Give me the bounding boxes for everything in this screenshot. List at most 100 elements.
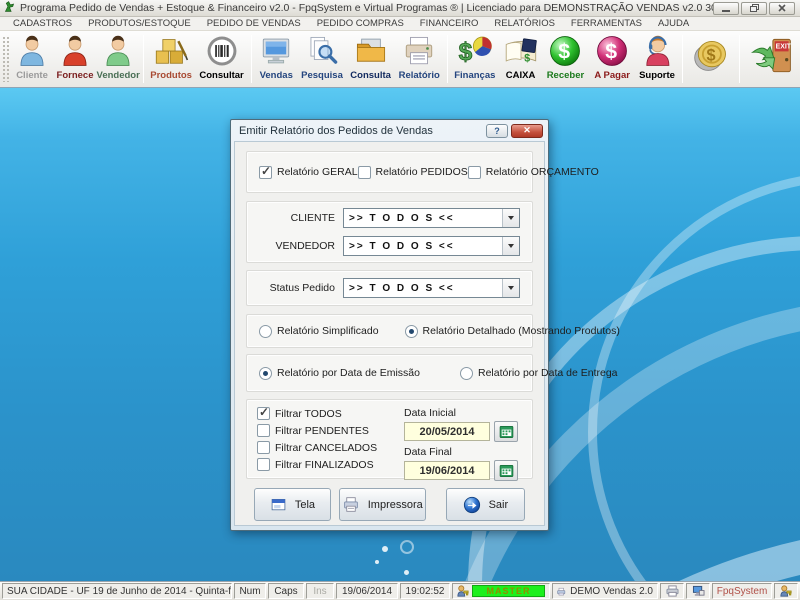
toolbar-separator [682, 35, 683, 83]
data-inicial-calendar-button[interactable] [494, 421, 518, 442]
tela-button[interactable]: Tela [254, 488, 331, 521]
toolbar-label: Finanças [454, 70, 495, 81]
status-num-lock: Num [234, 583, 266, 599]
toolbar: Cliente Fornece Vendedor Produtos Con [0, 31, 800, 88]
pay-dollar-icon: $ [595, 33, 629, 70]
wallpaper-bubble [400, 540, 414, 554]
toolbar-button-fornece[interactable]: Fornece [54, 33, 97, 85]
checkbox-box[interactable] [358, 166, 371, 179]
toolbar-button-a-pagar[interactable]: $ A Pagar [589, 33, 636, 85]
data-final-field[interactable]: 19/06/2014 [404, 461, 490, 480]
checkbox-filtrar-finalizados[interactable]: Filtrar FINALIZADOS [257, 458, 404, 471]
data-inicial-field[interactable]: 20/05/2014 [404, 422, 490, 441]
radio-circle[interactable] [259, 367, 272, 380]
chevron-down-icon[interactable] [502, 209, 519, 227]
dialog-body: Relatório GERAL Relatório PEDIDOS Relató… [234, 141, 545, 526]
toolbar-button-suporte[interactable]: Suporte [636, 33, 679, 85]
impressora-button[interactable]: Impressora [339, 488, 426, 521]
menu-ajuda[interactable]: AJUDA [651, 18, 696, 29]
checkbox-relatorio-orcamento[interactable]: Relatório ORÇAMENTO [468, 166, 599, 179]
toolbar-button-pesquisa[interactable]: Pesquisa [298, 33, 347, 85]
data-inicial-label: Data Inicial [404, 407, 522, 419]
checkbox-box[interactable] [257, 458, 270, 471]
checkbox-box[interactable] [257, 424, 270, 437]
checkbox-filtrar-cancelados[interactable]: Filtrar CANCELADOS [257, 441, 404, 454]
restore-button[interactable] [741, 2, 767, 15]
menu-pedido-compras[interactable]: PEDIDO COMPRAS [310, 18, 411, 29]
toolbar-button-exit[interactable]: EXIT [743, 33, 799, 85]
radio-circle[interactable] [460, 367, 473, 380]
user-key-icon [780, 585, 792, 597]
checkbox-relatorio-geral[interactable]: Relatório GERAL [259, 166, 358, 179]
vendedor-combobox[interactable]: >> T O D O S << [343, 236, 520, 256]
cliente-combobox[interactable]: >> T O D O S << [343, 208, 520, 228]
menu-pedido-de-vendas[interactable]: PEDIDO DE VENDAS [200, 18, 308, 29]
status-pedido-combobox[interactable]: >> T O D O S << [343, 278, 520, 298]
status-printer-indicator [660, 583, 684, 599]
radio-data-emissao[interactable]: Relatório por Data de Emissão [259, 367, 420, 380]
menu-cadastros[interactable]: CADASTROS [6, 18, 79, 29]
toolbar-label: A Pagar [594, 70, 630, 81]
radio-data-entrega[interactable]: Relatório por Data de Entrega [460, 367, 618, 380]
checkbox-label: Filtrar PENDENTES [275, 425, 369, 437]
date-type-group: Relatório por Data de Emissão Relatório … [246, 354, 533, 392]
dialog-help-button[interactable]: ? [486, 124, 508, 138]
data-final-calendar-button[interactable] [494, 460, 518, 481]
menubar: CADASTROS PRODUTOS/ESTOQUE PEDIDO DE VEN… [0, 17, 800, 31]
toolbar-label: Suporte [639, 70, 675, 81]
toolbar-button-consultar[interactable]: Consultar [195, 33, 247, 85]
sair-button[interactable]: Sair [446, 488, 525, 521]
toolbar-button-consulta[interactable]: Consulta [346, 33, 395, 85]
radio-circle[interactable] [259, 325, 272, 338]
minimize-button[interactable] [713, 2, 739, 15]
folder-icon [354, 33, 388, 70]
radio-relatorio-simplificado[interactable]: Relatório Simplificado [259, 325, 379, 338]
checkbox-box[interactable] [257, 407, 270, 420]
client-seller-group: CLIENTE >> T O D O S << VENDEDOR >> T O … [246, 201, 533, 263]
toolbar-button-vendas[interactable]: Vendas [255, 33, 298, 85]
cash-book-icon: $ [503, 33, 539, 70]
checkbox-filtrar-todos[interactable]: Filtrar TODOS [257, 407, 404, 420]
menu-financeiro[interactable]: FINANCEIRO [413, 18, 486, 29]
toolbar-separator [251, 35, 252, 83]
toolbar-button-produtos[interactable]: Produtos [147, 33, 196, 85]
menu-ferramentas[interactable]: FERRAMENTAS [564, 18, 649, 29]
chevron-down-icon[interactable] [502, 279, 519, 297]
checkbox-filtrar-pendentes[interactable]: Filtrar PENDENTES [257, 424, 404, 437]
menu-produtos-estoque[interactable]: PRODUTOS/ESTOQUE [81, 18, 198, 29]
finance-pie-icon: $ [457, 33, 493, 70]
chevron-down-icon[interactable] [502, 237, 519, 255]
filter-date-group: Filtrar TODOS Filtrar PENDENTES Filtrar … [246, 399, 533, 479]
dialog-close-button[interactable]: ✕ [511, 124, 543, 138]
checkbox-box[interactable] [257, 441, 270, 454]
toolbar-button-coin[interactable]: $ [686, 33, 736, 85]
radio-circle[interactable] [405, 325, 418, 338]
toolbar-button-cliente[interactable]: Cliente [11, 33, 54, 85]
checkbox-box[interactable] [468, 166, 481, 179]
checkbox-box[interactable] [259, 166, 272, 179]
radio-label: Relatório por Data de Entrega [478, 367, 618, 379]
printer-small-icon [666, 585, 679, 597]
toolbar-separator [447, 35, 448, 83]
radio-relatorio-detalhado[interactable]: Relatório Detalhado (Mostrando Produtos) [405, 325, 620, 338]
coin-icon: $ [691, 33, 731, 77]
dialog-titlebar[interactable]: Emitir Relatório dos Pedidos de Vendas ?… [231, 120, 548, 141]
close-button[interactable] [769, 2, 795, 15]
toolbar-button-vendedor[interactable]: Vendedor [97, 33, 140, 85]
monitor-icon [259, 33, 293, 70]
detail-level-group: Relatório Simplificado Relatório Detalha… [246, 314, 533, 348]
toolbar-button-financas[interactable]: $ Finanças [451, 33, 500, 85]
toolbar-button-relatorio[interactable]: Relatório [395, 33, 444, 85]
toolbar-separator [739, 35, 740, 83]
wallpaper-bubble [382, 546, 388, 552]
tela-button-label: Tela [295, 499, 315, 511]
application-window: Programa Pedido de Vendas + Estoque & Fi… [0, 0, 800, 600]
menu-relatorios[interactable]: RELATÓRIOS [487, 18, 562, 29]
toolbar-grip [2, 36, 9, 82]
svg-text:$: $ [706, 46, 715, 64]
checkbox-relatorio-pedidos[interactable]: Relatório PEDIDOS [358, 166, 468, 179]
status-users-indicator [774, 583, 798, 599]
toolbar-button-receber[interactable]: $ Receber [542, 33, 589, 85]
toolbar-button-caixa[interactable]: $ CAIXA [499, 33, 542, 85]
status-group: Status Pedido >> T O D O S << [246, 270, 533, 306]
